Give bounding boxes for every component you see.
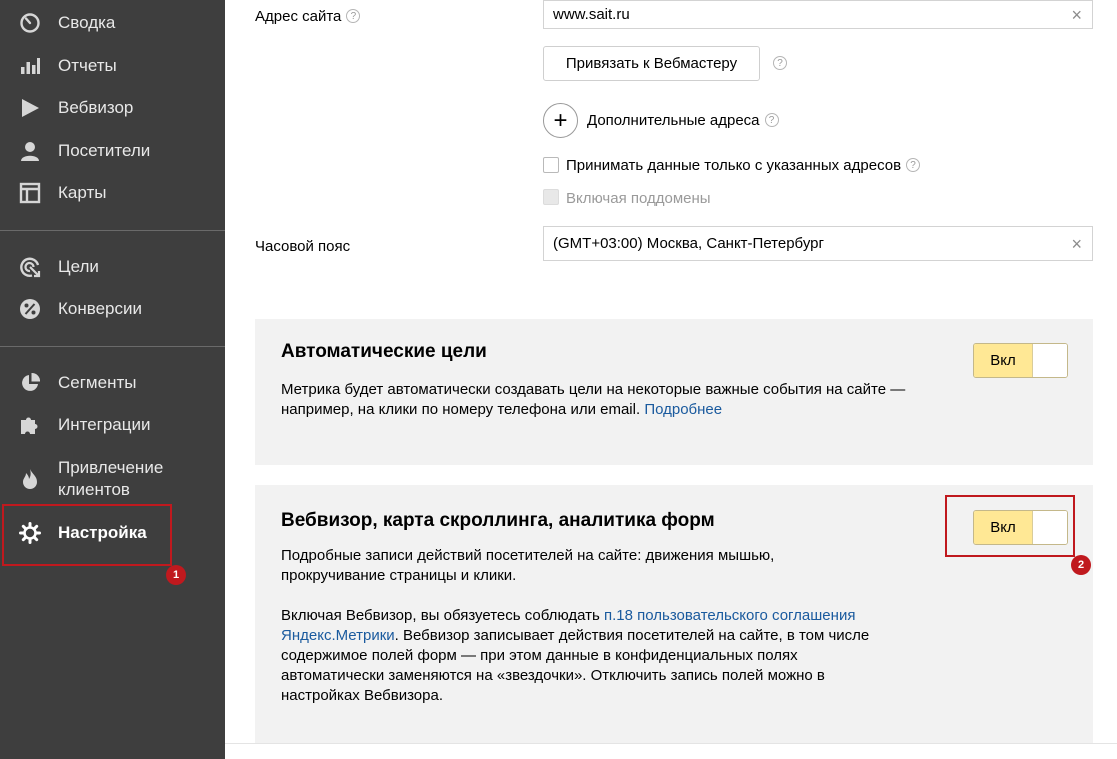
include-subdomains-checkbox (543, 189, 559, 205)
settings-main: Адрес сайта ? www.sait.ru × Привязать к … (225, 0, 1117, 759)
user-agreement-link-cont[interactable]: Яндекс.Метрики (281, 627, 395, 644)
clear-icon[interactable]: × (1071, 235, 1082, 253)
map-layout-icon (19, 182, 41, 204)
timezone-value: (GMT+03:00) Москва, Санкт-Петербург (553, 235, 824, 252)
sidebar-item-label-line1: Привлечение (58, 458, 164, 477)
toggle-knob (1033, 344, 1067, 377)
user-agreement-link[interactable]: п.18 пользовательского соглашения (604, 607, 855, 624)
sidebar-item-reports[interactable]: Отчеты (0, 54, 225, 78)
toggle-on-label: Вкл (974, 344, 1033, 377)
webvisor-title: Вебвизор, карта скроллинга, аналитика фо… (281, 510, 715, 531)
timezone-select[interactable]: (GMT+03:00) Москва, Санкт-Петербург × (543, 226, 1093, 261)
sidebar-item-goals[interactable]: Цели (0, 255, 225, 279)
sidebar-item-conversions[interactable]: Конверсии (0, 297, 225, 321)
learn-more-link[interactable]: Подробнее (644, 401, 722, 418)
sidebar-item-segments[interactable]: Сегменты (0, 371, 225, 395)
site-address-input[interactable]: www.sait.ru × (543, 0, 1093, 29)
webvisor-description: Подробные записи действий посетителей на… (281, 547, 775, 584)
user-icon (19, 140, 41, 162)
sidebar-divider (0, 346, 225, 347)
help-icon[interactable]: ? (906, 158, 921, 172)
flame-icon (19, 468, 41, 490)
auto-goals-description: Метрика будет автоматически создавать це… (281, 381, 906, 418)
sidebar-item-label: Сегменты (58, 373, 137, 392)
help-icon[interactable]: ? (773, 56, 787, 70)
sidebar-divider (0, 230, 225, 231)
sidebar-item-integrations[interactable]: Интеграции (0, 413, 225, 437)
accept-only-label: Принимать данные только с указанных адре… (566, 154, 921, 176)
clear-icon[interactable]: × (1071, 6, 1082, 24)
annotation-badge-2: 2 (1071, 555, 1091, 575)
help-icon[interactable]: ? (764, 113, 779, 127)
sidebar-item-label: Отчеты (58, 56, 117, 75)
webvisor-toggle-highlight-box (945, 495, 1075, 557)
sidebar-item-webvisor[interactable]: Вебвизор (0, 96, 225, 120)
sidebar-item-maps[interactable]: Карты (0, 181, 225, 205)
sidebar: Сводка Отчеты Вебвизор Посетители Карты … (0, 0, 225, 759)
sidebar-item-label: Конверсии (58, 299, 142, 318)
add-address-button[interactable]: + (543, 103, 578, 138)
pie-chart-icon (19, 372, 41, 394)
site-address-value: www.sait.ru (553, 6, 630, 23)
settings-highlight-box (2, 504, 172, 566)
additional-addresses-label: Дополнительные адреса ? (587, 108, 779, 132)
site-address-label: Адрес сайта ? (255, 4, 361, 28)
puzzle-icon (19, 414, 41, 436)
auto-goals-panel: Автоматические цели Метрика будет автома… (255, 319, 1093, 465)
gauge-icon (19, 12, 41, 34)
target-icon (19, 256, 41, 278)
auto-goals-title: Автоматические цели (281, 341, 487, 362)
annotation-badge-1: 1 (166, 565, 186, 585)
bind-webmaster-button[interactable]: Привязать к Вебмастеру (543, 46, 760, 81)
help-icon[interactable]: ? (346, 9, 361, 23)
sidebar-item-summary[interactable]: Сводка (0, 11, 225, 35)
sidebar-item-label: Цели (58, 257, 99, 276)
sidebar-item-visitors[interactable]: Посетители (0, 139, 225, 163)
timezone-label: Часовой пояс (255, 237, 351, 255)
page-bottom-border (225, 743, 1117, 744)
bar-chart-icon (19, 55, 41, 77)
sidebar-item-label: Вебвизор (58, 98, 134, 117)
sidebar-item-label: Интеграции (58, 415, 151, 434)
sidebar-item-label: Карты (58, 183, 107, 202)
auto-goals-toggle[interactable]: Вкл (973, 343, 1068, 378)
include-subdomains-label: Включая поддомены (566, 189, 711, 207)
webvisor-agreement-text: Включая Вебвизор, вы обязуетесь соблюдат… (281, 607, 870, 704)
percent-icon (19, 298, 41, 320)
play-icon (19, 97, 41, 119)
sidebar-item-label-line2: клиентов (58, 480, 130, 499)
sidebar-item-client-acquisition[interactable]: Привлечение клиентов (0, 457, 225, 501)
accept-only-checkbox[interactable] (543, 157, 559, 173)
sidebar-item-label: Сводка (58, 13, 116, 32)
sidebar-item-label: Посетители (58, 141, 151, 160)
